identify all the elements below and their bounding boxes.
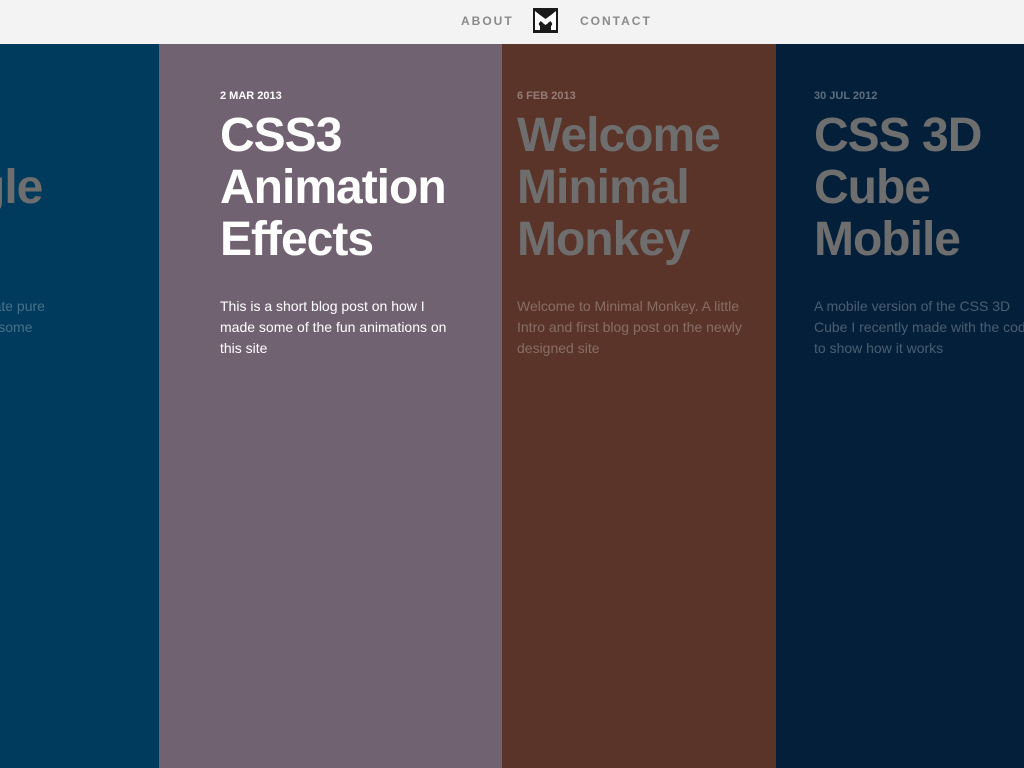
post-panels: SS angle xin mixin to create pure s & a … [0,44,1024,768]
post-panel-welcome-minimal-monkey[interactable]: 6 FEB 2013 Welcome Minimal Monkey Welcom… [502,44,776,768]
nav-about-link[interactable]: ABOUT [461,14,514,28]
post-date: 2 MAR 2013 [220,90,282,102]
post-excerpt: A mobile version of the CSS 3D Cube I re… [814,298,1024,356]
nav-contact-link[interactable]: CONTACT [580,14,652,28]
post-date [0,90,157,104]
post-panel-css3-animation-effects[interactable]: 2 MAR 2013 CSS3 Animation Effects This i… [159,44,502,768]
post-panel-css-3d-cube-mobile[interactable]: 30 JUL 2012 CSS 3D Cube Mobile A mobile … [776,44,1024,768]
post-excerpt: This is a short blog post on how I made … [220,298,447,356]
top-navigation-bar: ABOUT CONTACT [0,0,1024,44]
post-title[interactable]: CSS3 Animation Effects [220,110,480,270]
post-title[interactable]: CSS 3D Cube Mobile [814,110,1024,270]
post-date: 30 JUL 2012 [814,90,878,102]
post-title[interactable]: SS angle xin [0,110,157,270]
post-excerpt: mixin to create pure s & a link to some … [0,298,45,335]
post-excerpt: Welcome to Minimal Monkey. A little Intr… [517,298,742,356]
post-title[interactable]: Welcome Minimal Monkey [517,110,757,270]
post-panel-css-triangle-mixin[interactable]: SS angle xin mixin to create pure s & a … [0,44,159,768]
monkey-face-logo-icon[interactable] [533,8,558,33]
post-date: 6 FEB 2013 [517,90,576,102]
